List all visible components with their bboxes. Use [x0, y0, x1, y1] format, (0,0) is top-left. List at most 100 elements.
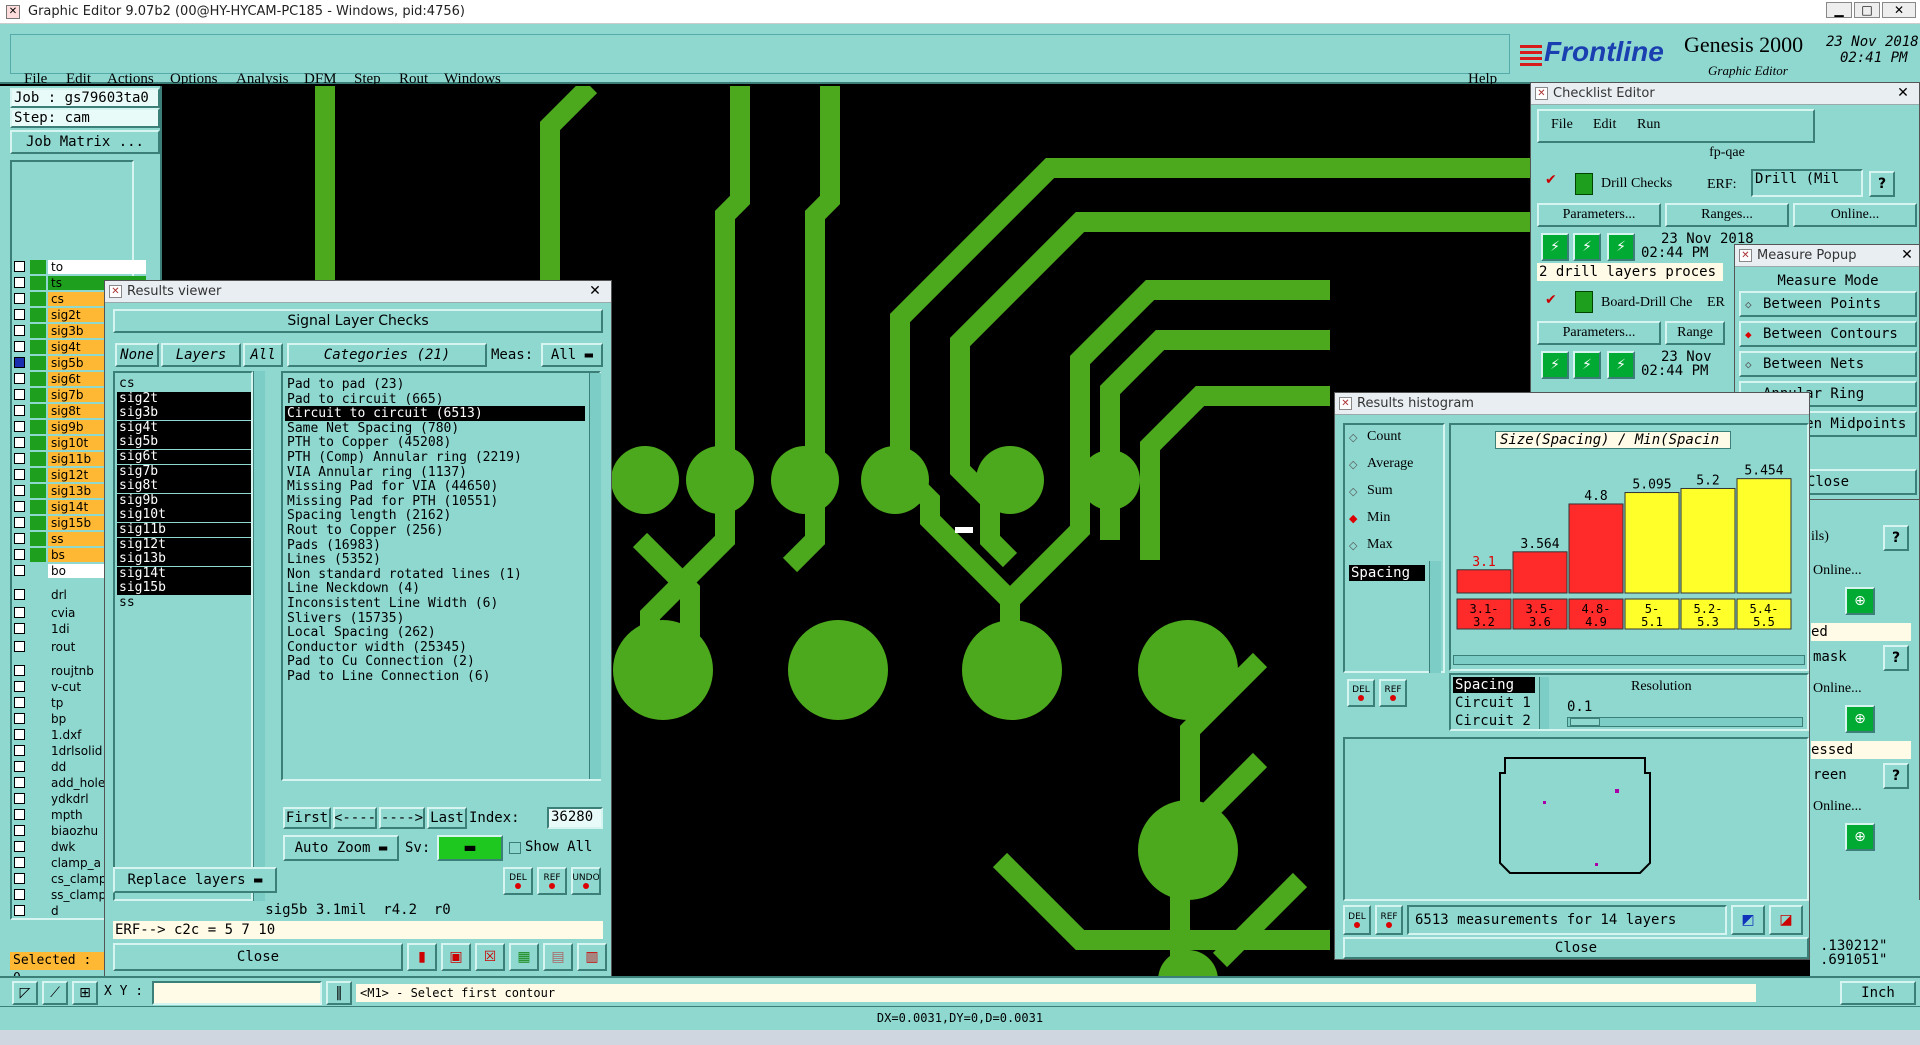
category-item[interactable]: Pads (16983): [285, 538, 585, 553]
hist-ref-button-2[interactable]: REF: [1375, 905, 1403, 935]
show-all-checkbox[interactable]: [509, 842, 521, 854]
layer-checkbox[interactable]: [14, 841, 25, 852]
histogram-bar[interactable]: [1456, 569, 1512, 594]
toolbar-layer-icon[interactable]: ▣: [441, 943, 471, 971]
all-layers-button[interactable]: All: [243, 343, 283, 367]
zoom-icon[interactable]: ⊕: [1845, 705, 1875, 733]
index-field[interactable]: 36280: [547, 807, 603, 829]
rv-layer-item[interactable]: ss: [117, 596, 251, 610]
category-item[interactable]: VIA Annular ring (1137): [285, 465, 585, 480]
histogram-bar[interactable]: [1624, 492, 1680, 594]
measure-option[interactable]: ◆ Between Contours: [1739, 321, 1917, 347]
minimize-button[interactable]: ▁: [1826, 2, 1852, 18]
layer-checkbox[interactable]: [14, 713, 25, 724]
histogram-bar[interactable]: [1736, 478, 1792, 594]
category-item[interactable]: Circuit to circuit (6513): [285, 406, 585, 422]
layer-checkbox[interactable]: [14, 825, 25, 836]
category-item[interactable]: Same Net Spacing (780): [285, 421, 585, 436]
layer-checkbox[interactable]: [14, 623, 25, 634]
layer-checkbox[interactable]: [14, 405, 25, 416]
hist-ref-button[interactable]: REF: [1379, 679, 1407, 707]
sv-color-dropdown[interactable]: ▬: [437, 835, 503, 861]
category-item[interactable]: Non standard rotated lines (1): [285, 567, 585, 582]
categories-scrollbar[interactable]: [589, 373, 601, 779]
zoom-icon[interactable]: ⊕: [1845, 823, 1875, 851]
first-button[interactable]: First: [283, 807, 331, 829]
measure-option[interactable]: ◇ Between Points: [1739, 291, 1917, 317]
layer-checkbox[interactable]: [14, 421, 25, 432]
parameters-button[interactable]: Parameters...: [1537, 203, 1661, 227]
category-item[interactable]: PTH to Copper (45208): [285, 435, 585, 450]
parameters-button-2[interactable]: Parameters...: [1537, 321, 1661, 345]
measure-option[interactable]: ◇ Between Nets: [1739, 351, 1917, 377]
hist-del-button-2[interactable]: DEL: [1343, 905, 1371, 935]
radio-icon[interactable]: ◇: [1349, 458, 1357, 471]
radio-icon[interactable]: ◆: [1349, 512, 1357, 525]
layer-checkbox[interactable]: [14, 809, 25, 820]
stat-list-item[interactable]: Spacing: [1349, 565, 1425, 581]
ref-button[interactable]: REF: [537, 867, 567, 895]
check2-checkbox[interactable]: ✔: [1545, 293, 1559, 307]
layer-checkbox[interactable]: [14, 341, 25, 352]
run-icon[interactable]: ⚡: [1573, 233, 1601, 261]
rv-layer-item[interactable]: sig9b: [117, 493, 251, 508]
category-item[interactable]: Lines (5352): [285, 552, 585, 567]
close-icon[interactable]: ✕: [1893, 85, 1913, 101]
category-item[interactable]: Pad to circuit (665): [285, 392, 585, 407]
layer-checkbox[interactable]: [14, 469, 25, 480]
layer-checkbox[interactable]: [14, 517, 25, 528]
toolbar-stop-icon[interactable]: ▮: [407, 943, 437, 971]
checklist-menu-file[interactable]: File: [1551, 117, 1573, 133]
checklist-menu-edit[interactable]: Edit: [1593, 117, 1616, 133]
layer-checkbox[interactable]: [14, 745, 25, 756]
category-item[interactable]: Pad to Cu Connection (2): [285, 654, 585, 669]
stat-list-scrollbar[interactable]: [1429, 561, 1441, 673]
radio-icon[interactable]: ◇: [1349, 485, 1357, 498]
layer-checkbox[interactable]: [14, 293, 25, 304]
next-button[interactable]: ---->: [379, 807, 425, 829]
layer-checkbox[interactable]: [14, 873, 25, 884]
undo-button[interactable]: UNDO: [571, 867, 601, 895]
rv-layer-item[interactable]: sig5b: [117, 435, 251, 450]
maximize-button[interactable]: □: [1854, 2, 1880, 18]
layer-checkbox[interactable]: [14, 681, 25, 692]
layer-listbox-scrollbar[interactable]: [253, 371, 265, 901]
layer-checkbox[interactable]: [14, 501, 25, 512]
category-item[interactable]: Line Neckdown (4): [285, 581, 585, 596]
run-icon[interactable]: ⚡: [1607, 351, 1635, 379]
layer-checkbox[interactable]: [14, 485, 25, 496]
layer-checkbox[interactable]: [14, 607, 25, 618]
layer-checkbox[interactable]: [14, 777, 25, 788]
pause-icon[interactable]: ‖: [326, 981, 352, 1005]
checklist-fragment[interactable]: Online...: [1813, 563, 1862, 579]
layer-checkbox[interactable]: [14, 453, 25, 464]
histogram-bar[interactable]: [1512, 551, 1568, 594]
layer-checkbox[interactable]: [14, 857, 25, 868]
rv-layer-item[interactable]: sig10t: [117, 508, 251, 523]
layer-checkbox[interactable]: [14, 389, 25, 400]
layer-checkbox[interactable]: [14, 565, 25, 576]
units-button[interactable]: Inch: [1840, 981, 1916, 1005]
category-item[interactable]: Conductor width (25345): [285, 640, 585, 655]
zoom-icon[interactable]: ⊕: [1845, 587, 1875, 615]
layer-checkbox[interactable]: [14, 309, 25, 320]
export-icon[interactable]: ◩: [1731, 905, 1765, 935]
close-icon[interactable]: ✕: [585, 283, 605, 299]
layer-checkbox[interactable]: [14, 373, 25, 384]
rv-layer-item[interactable]: cs: [117, 377, 251, 391]
ranges-button-2[interactable]: Range: [1665, 321, 1725, 345]
layer-checkbox[interactable]: [14, 905, 25, 916]
categories-button[interactable]: Categories (21): [287, 343, 487, 367]
toolbar-report-icon[interactable]: ▤: [543, 943, 573, 971]
category-item[interactable]: Pad to pad (23): [285, 377, 585, 392]
rv-layer-item[interactable]: sig2t: [117, 391, 251, 406]
toolbar-cross-icon[interactable]: ☒: [475, 943, 505, 971]
rv-layer-item[interactable]: sig7b: [117, 464, 251, 479]
close-button[interactable]: ✕: [1882, 2, 1916, 18]
run-icon[interactable]: ⚡: [1541, 351, 1569, 379]
layer-checkbox[interactable]: [14, 729, 25, 740]
category-item[interactable]: Local Spacing (262): [285, 625, 585, 640]
category-item[interactable]: Inconsistent Line Width (6): [285, 596, 585, 611]
layer-checkbox[interactable]: [14, 261, 25, 272]
resolution-slider[interactable]: [1567, 717, 1803, 727]
